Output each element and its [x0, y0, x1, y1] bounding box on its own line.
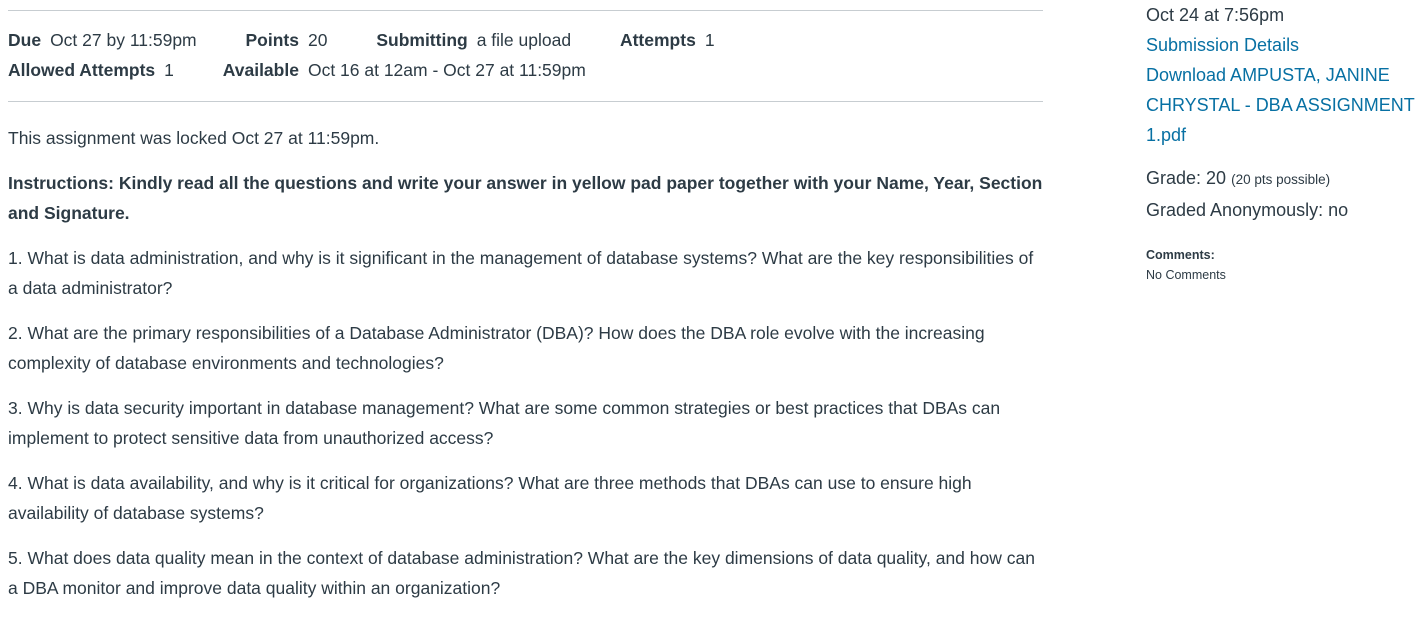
comments-value: No Comments: [1146, 268, 1226, 282]
question: 3. Why is data security important in dat…: [8, 398, 1001, 448]
attempts-field: Attempts 1: [619, 30, 715, 50]
submission-details-link[interactable]: Submission Details: [1146, 30, 1421, 60]
divider: [8, 101, 1043, 102]
comments-label: Comments:: [1146, 248, 1215, 262]
question: 1. What is data administration, and why …: [8, 248, 1034, 298]
locked-notice: This assignment was locked Oct 27 at 11:…: [8, 128, 380, 148]
question: 4. What is data availability, and why is…: [8, 473, 972, 523]
submitted-at: Oct 24 at 7:56pm: [1146, 5, 1285, 25]
submitting-field: Submitting a file upload: [376, 30, 572, 50]
submission-sidebar: Oct 24 at 7:56pm Submission Details Down…: [1146, 0, 1421, 285]
grade: Grade: 20 (20 pts possible): [1146, 168, 1331, 188]
assignment-details: Due Oct 27 by 11:59pm Points 20 Submitting…: [8, 11, 1043, 101]
points-field: Points 20: [245, 30, 328, 50]
assignment-description: This assignment was locked Oct 27 at 11:…: [8, 123, 1043, 603]
question: 2. What are the primary responsibilities…: [8, 323, 985, 373]
allowed-attempts-field: Allowed Attempts 1: [8, 60, 174, 80]
available-field: Available Oct 16 at 12am - Oct 27 at 11:5…: [222, 60, 586, 80]
download-file-link[interactable]: Download AMPUSTA, JANINE CHRYSTAL - DBA …: [1146, 60, 1421, 150]
instructions: Instructions: Kindly read all the questi…: [8, 173, 1043, 223]
due-field: Due Oct 27 by 11:59pm: [8, 30, 197, 50]
question: 5. What does data quality mean in the co…: [8, 548, 1035, 598]
graded-anonymously: Graded Anonymously: no: [1146, 200, 1349, 220]
assignment-main: Due Oct 27 by 11:59pm Points 20 Submitting…: [8, 0, 1043, 618]
